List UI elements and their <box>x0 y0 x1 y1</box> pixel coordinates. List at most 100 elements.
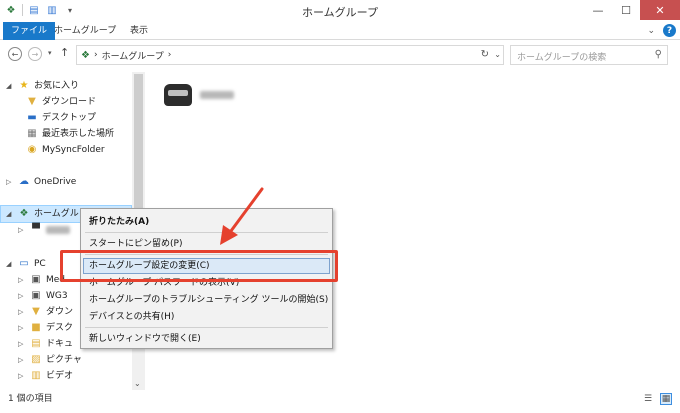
network-device-icon: ▣ <box>31 290 41 301</box>
videos-folder-icon: ▥ <box>31 370 41 381</box>
desktop-folder-icon: ■ <box>31 322 41 333</box>
item-count: 1 個の項目 <box>8 394 53 404</box>
search-placeholder: ホームグループの検索 <box>517 53 607 63</box>
status-bar: 1 個の項目 ☰ ▦ <box>0 390 680 408</box>
back-button[interactable]: ← <box>8 47 22 61</box>
tree-item-pc[interactable]: ◢ ▭ PC <box>6 256 46 272</box>
sync-folder-icon: ◉ <box>27 144 37 155</box>
annotation-highlight-box <box>60 250 338 282</box>
tree-item-recent[interactable]: ▦ 最近表示した場所 <box>26 126 114 142</box>
scroll-down-icon[interactable]: ⌄ <box>134 379 141 388</box>
tab-view[interactable]: 表示 <box>122 22 156 40</box>
expand-arrow-icon[interactable]: ▷ <box>18 368 26 384</box>
blurred-username <box>200 91 234 99</box>
tree-item-favorites[interactable]: ◢ ★ お気に入り <box>6 78 79 94</box>
breadcrumb-homegroup[interactable]: ホームグループ <box>102 49 164 62</box>
refresh-icon[interactable]: ↻ <box>481 49 489 60</box>
tree-label: MySyncFolder <box>42 145 105 155</box>
address-bar[interactable]: ❖ › ホームグループ › ⌄ ↻ <box>76 45 504 65</box>
tree-item-mysyncfolder[interactable]: ◉ MySyncFolder <box>26 142 105 158</box>
forward-button[interactable]: → <box>28 47 42 61</box>
tab-homegroup[interactable]: ホームグループ <box>46 22 124 40</box>
close-button[interactable]: ✕ <box>640 0 680 20</box>
tree-label: ドキュ <box>46 339 74 349</box>
tree-item-downloads[interactable]: ▼ ダウンロード <box>26 94 96 110</box>
homegroup-icon: ❖ <box>19 208 29 219</box>
desktop-icon: ▬ <box>27 112 37 123</box>
address-dropdown-icon[interactable]: ⌄ <box>494 50 501 59</box>
tree-label: ビデオ <box>46 371 74 381</box>
tree-item-homegroup[interactable]: ◢ ❖ ホームグル <box>6 206 79 222</box>
expand-arrow-icon[interactable]: ▷ <box>6 174 14 190</box>
expand-arrow-icon[interactable]: ▷ <box>18 320 26 336</box>
computer-icon: ▭ <box>19 258 29 269</box>
up-button[interactable]: ↑ <box>60 46 69 59</box>
maximize-button[interactable]: ☐ <box>612 0 640 20</box>
menu-separator <box>85 232 328 233</box>
menu-item-share-with-devices[interactable]: デバイスとの共有(H) <box>89 309 174 325</box>
annotation-arrow <box>220 187 264 245</box>
user-car-icon <box>164 84 192 106</box>
navigation-bar: ← → ▾ ↑ ❖ › ホームグループ › ⌄ ↻ ホームグループの検索 ⚲ <box>0 42 680 68</box>
star-icon: ★ <box>19 80 29 91</box>
documents-folder-icon: ▤ <box>31 338 41 349</box>
expand-ribbon-icon[interactable]: ⌄ <box>647 26 655 36</box>
tree-item-pc-child[interactable]: ▷ ▣ WG3 <box>18 288 68 304</box>
user-car-icon: ▀ <box>32 224 40 235</box>
cloud-icon: ☁ <box>19 176 29 187</box>
collapse-arrow-icon[interactable]: ◢ <box>6 256 14 272</box>
tree-item-homegroup-user[interactable]: ▷ ▀ <box>18 222 70 238</box>
expand-arrow-icon[interactable]: ▷ <box>18 272 26 288</box>
download-folder-icon: ▼ <box>32 306 40 317</box>
recent-locations-icon[interactable]: ▾ <box>48 49 52 57</box>
pictures-folder-icon: ▨ <box>31 354 41 365</box>
tree-item-pc-child[interactable]: ▷ ▨ ピクチャ <box>18 352 82 368</box>
homegroup-icon: ❖ <box>81 49 90 61</box>
expand-arrow-icon[interactable]: ▷ <box>18 336 26 352</box>
expand-arrow-icon[interactable]: ▷ <box>18 288 26 304</box>
tree-label: ダウンロード <box>42 97 97 107</box>
minimize-button[interactable]: — <box>584 0 612 20</box>
download-folder-icon: ▼ <box>28 96 36 107</box>
tree-item-pc-child[interactable]: ▷ ▤ ドキュ <box>18 336 73 352</box>
collapse-arrow-icon[interactable]: ◢ <box>6 78 14 94</box>
homegroup-user-tile[interactable] <box>164 84 234 106</box>
menu-item-open-in-new-window[interactable]: 新しいウィンドウで開く(E) <box>89 331 201 347</box>
title-bar: ❖ ▤ ▥ ▾ ホームグループ — ☐ ✕ <box>0 0 680 22</box>
tree-item-pc-child[interactable]: ▷ ▥ ビデオ <box>18 368 73 384</box>
large-icons-view-icon[interactable]: ▦ <box>660 393 672 405</box>
window-controls: — ☐ ✕ <box>584 0 680 20</box>
menu-item-start-troubleshooter[interactable]: ホームグループのトラブルシューティング ツールの開始(S) <box>89 292 328 308</box>
expand-arrow-icon[interactable]: ▷ <box>18 222 26 238</box>
tree-label: ダウン <box>46 307 74 317</box>
tree-item-pc-child[interactable]: ▷ ▼ ダウン <box>18 304 73 320</box>
tree-label: デスク <box>46 323 74 333</box>
menu-item-collapse[interactable]: 折りたたみ(A) <box>89 214 149 230</box>
help-icon[interactable]: ? <box>663 24 676 37</box>
window-title: ホームグループ <box>301 6 378 19</box>
tree-label: 最近表示した場所 <box>42 129 115 139</box>
search-input[interactable]: ホームグループの検索 ⚲ <box>510 45 668 65</box>
media-server-icon: ▣ <box>31 274 41 285</box>
expand-arrow-icon[interactable]: ▷ <box>18 352 26 368</box>
tree-label: PC <box>34 259 46 269</box>
tree-label: OneDrive <box>34 177 77 187</box>
collapse-arrow-icon[interactable]: ◢ <box>6 206 14 222</box>
tree-label: WG3 <box>46 291 68 301</box>
address-separator: › <box>167 50 172 60</box>
details-view-icon[interactable]: ☰ <box>642 393 654 405</box>
tree-item-pc-child[interactable]: ▷ ▣ Med <box>18 272 65 288</box>
blurred-username <box>46 226 70 234</box>
scrollbar-thumb[interactable] <box>134 74 143 224</box>
tree-label: ホームグル <box>34 209 79 219</box>
tree-item-pc-child[interactable]: ▷ ■ デスク <box>18 320 73 336</box>
search-icon[interactable]: ⚲ <box>655 49 662 60</box>
recent-places-icon: ▦ <box>27 128 37 139</box>
ribbon: ファイル ホームグループ 表示 ⌄ ? <box>0 22 680 40</box>
tree-label: お気に入り <box>34 81 80 91</box>
tree-label: デスクトップ <box>42 113 97 123</box>
tree-item-onedrive[interactable]: ▷ ☁ OneDrive <box>6 174 76 190</box>
address-separator: › <box>93 50 98 60</box>
tree-item-desktop[interactable]: ▬ デスクトップ <box>26 110 96 126</box>
expand-arrow-icon[interactable]: ▷ <box>18 304 26 320</box>
